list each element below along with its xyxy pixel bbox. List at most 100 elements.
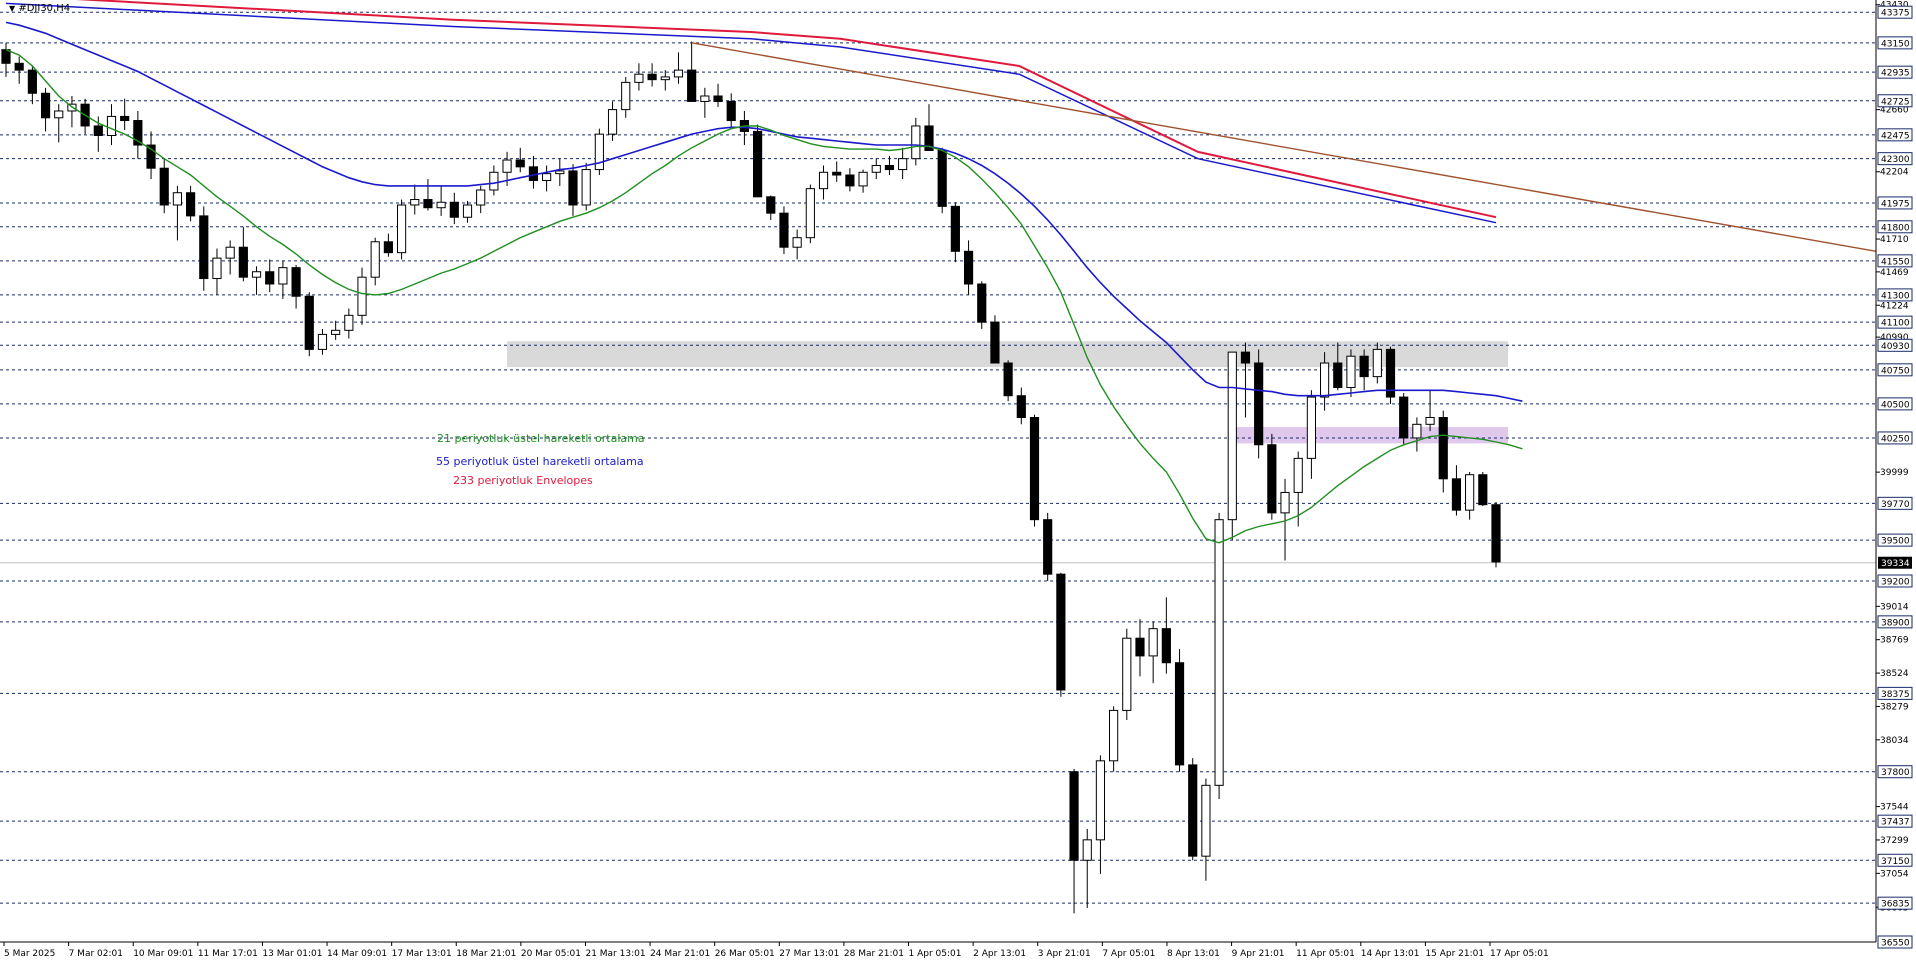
candle-bearish xyxy=(265,271,275,285)
candle-bullish xyxy=(1148,628,1158,657)
candle-bullish xyxy=(581,169,591,206)
candle-bearish xyxy=(687,69,697,102)
time-tick-label: 15 Apr 21:01 xyxy=(1425,949,1484,959)
candle-bearish xyxy=(120,115,130,122)
envelope-lower-line xyxy=(5,2,1497,224)
candle-bearish xyxy=(845,174,855,187)
candle-bullish xyxy=(805,188,815,239)
price-tick-label: 41224 xyxy=(1880,301,1909,311)
candle-bearish xyxy=(449,201,459,218)
price-chart[interactable]: 4343042660422044171041469412244099039999… xyxy=(0,0,1916,963)
candle-bullish xyxy=(106,115,117,137)
level-label: 43375 xyxy=(1881,9,1910,19)
candle-bullish xyxy=(792,237,802,248)
candle-bearish xyxy=(977,283,987,323)
price-tick-label: 38279 xyxy=(1880,702,1909,712)
level-label: 41550 xyxy=(1881,257,1910,267)
candle-bearish xyxy=(159,167,169,206)
candle-bullish xyxy=(911,125,921,160)
candle-bullish xyxy=(54,110,64,119)
current-price-label: 39334 xyxy=(1881,559,1910,569)
price-tick-label: 41469 xyxy=(1880,268,1909,278)
candle-bearish xyxy=(1161,628,1171,664)
candle-bullish xyxy=(1109,709,1119,762)
time-tick-label: 13 Mar 01:01 xyxy=(262,949,322,959)
candle-bullish xyxy=(1346,355,1356,389)
candle-bullish xyxy=(1201,784,1211,857)
price-tick-label: 37054 xyxy=(1880,869,1909,879)
candle-bearish xyxy=(1003,362,1013,397)
time-tick-label: 11 Mar 17:01 xyxy=(198,949,258,959)
candle-bullish xyxy=(1465,474,1475,511)
price-tick-label: 39999 xyxy=(1880,468,1909,478)
candle-bullish xyxy=(898,158,908,171)
candle-bullish xyxy=(1082,839,1092,861)
candle-bearish xyxy=(423,199,433,209)
time-tick-label: 8 Apr 13:01 xyxy=(1167,949,1220,959)
zone-purple xyxy=(1232,427,1508,444)
candle-bearish xyxy=(1135,637,1145,657)
candle-bearish xyxy=(238,246,248,278)
level-label: 42475 xyxy=(1881,131,1910,141)
time-tick-label: 14 Apr 13:01 xyxy=(1361,949,1420,959)
level-label: 41975 xyxy=(1881,199,1910,209)
candle-bearish xyxy=(383,241,393,254)
candle-bearish xyxy=(93,125,103,137)
level-label: 39500 xyxy=(1881,537,1910,547)
candle-bullish xyxy=(1122,637,1132,711)
time-tick-label: 2 Apr 13:01 xyxy=(973,949,1026,959)
chart-title: ▼ #DJI30,H4 xyxy=(9,3,70,14)
candle-bullish xyxy=(410,199,420,206)
level-label: 41100 xyxy=(1881,319,1910,329)
candle-bullish xyxy=(660,76,670,81)
candle-bearish xyxy=(199,215,209,280)
level-label: 42725 xyxy=(1881,97,1910,107)
candle-bullish xyxy=(370,241,380,278)
candle-bearish xyxy=(1043,519,1053,575)
time-tick-label: 17 Apr 05:01 xyxy=(1490,949,1549,959)
price-tick-label: 37299 xyxy=(1880,836,1909,846)
candle-bullish xyxy=(436,201,446,209)
candle-bearish xyxy=(304,295,314,350)
candle-bearish xyxy=(832,171,842,176)
level-label: 37150 xyxy=(1881,857,1910,867)
price-tick-label: 38769 xyxy=(1880,636,1909,646)
price-tick-label: 41710 xyxy=(1880,235,1909,245)
candle-bearish xyxy=(515,159,525,168)
candle-bearish xyxy=(963,250,974,285)
time-tick-label: 26 Mar 05:01 xyxy=(715,949,775,959)
time-tick-label: 7 Apr 05:01 xyxy=(1102,949,1155,959)
symbol-timeframe: #DJI30,H4 xyxy=(18,3,71,14)
level-label: 42300 xyxy=(1881,155,1910,165)
level-label: 39770 xyxy=(1881,500,1910,510)
candle-bullish xyxy=(555,170,565,175)
candle-bearish xyxy=(1438,417,1448,480)
time-tick-label: 17 Mar 13:01 xyxy=(392,949,452,959)
candle-bearish xyxy=(1240,351,1251,364)
time-tick-label: 9 Apr 21:01 xyxy=(1232,949,1285,959)
time-tick-label: 3 Apr 21:01 xyxy=(1038,949,1091,959)
time-tick-label: 11 Apr 05:01 xyxy=(1296,949,1355,959)
candle-bullish xyxy=(1319,362,1330,398)
candle-bullish xyxy=(1227,351,1237,521)
candle-bearish xyxy=(1056,573,1066,691)
candle-bullish xyxy=(331,329,341,335)
price-axis: 4343042660422044171041469412244099039999… xyxy=(1875,0,1913,949)
candle-bearish xyxy=(937,149,947,207)
candle-bullish xyxy=(594,133,604,171)
candle-bearish xyxy=(1174,662,1185,766)
candle-bullish xyxy=(607,109,618,135)
time-tick-label: 21 Mar 13:01 xyxy=(585,949,645,959)
time-tick-label: 7 Mar 02:01 xyxy=(69,949,123,959)
candle-bearish xyxy=(568,170,578,206)
time-tick-label: 14 Mar 09:01 xyxy=(327,949,387,959)
candle-bullish xyxy=(396,204,407,254)
candle-bullish xyxy=(1095,760,1106,841)
level-label: 40500 xyxy=(1881,400,1910,410)
triangle-down-icon[interactable]: ▼ xyxy=(9,4,15,13)
level-label: 36550 xyxy=(1881,939,1910,949)
candle-bearish xyxy=(1069,771,1079,861)
envelope-upper-line xyxy=(75,0,1497,219)
candle-bearish xyxy=(766,196,776,214)
candle-bearish xyxy=(1016,395,1026,419)
